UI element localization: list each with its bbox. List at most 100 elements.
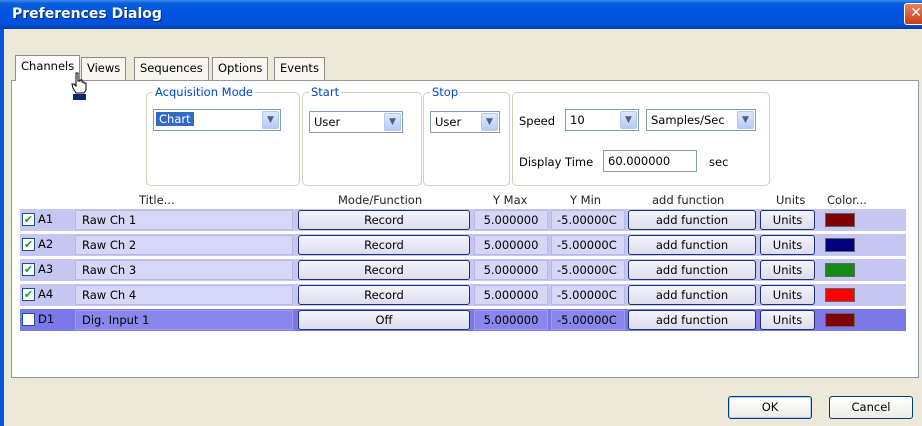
ymax-field[interactable]: 5.000000 [474,310,548,330]
color-swatch[interactable] [825,288,855,302]
ymin-field[interactable]: -5.00000C [551,235,625,255]
channel-enable-checkbox[interactable]: ✔ [22,288,35,301]
title-bar[interactable]: Preferences Dialog ✕ [0,0,922,29]
speed-value: 10 [570,113,585,127]
ymax-field[interactable]: 5.000000 [474,285,548,305]
channel-enable-checkbox[interactable]: ✔ [22,213,35,226]
display-time-input[interactable]: 60.000000 [603,150,697,172]
channel-title-field[interactable]: Raw Ch 1 [75,210,293,230]
chevron-down-icon[interactable]: ▼ [737,111,754,129]
channel-title-field[interactable]: Dig. Input 1 [75,310,293,330]
speed-unit-value: Samples/Sec [651,113,725,127]
window-border [0,29,4,426]
channel-id: D1 [38,312,55,326]
ymax-field[interactable]: 5.000000 [474,210,548,230]
channel-enable-checkbox[interactable]: ✔ [22,263,35,276]
acquisition-mode-select[interactable]: Chart ▼ [153,109,281,131]
channel-row[interactable]: ✔ A4 Raw Ch 4 Record 5.000000 -5.00000C … [20,284,906,306]
units-button[interactable]: Units [760,210,815,230]
ymax-field[interactable]: 5.000000 [474,260,548,280]
add-function-button[interactable]: add function [628,235,756,255]
tab-label: Sequences [140,61,203,75]
ymin-field[interactable]: -5.00000C [551,260,625,280]
chevron-down-icon[interactable]: ▼ [481,113,498,131]
add-function-button[interactable]: add function [628,210,756,230]
speed-select[interactable]: 10 ▼ [565,109,639,131]
channels-panel: Acquisition Mode Chart ▼ Start User ▼ St… [11,80,919,378]
color-swatch[interactable] [825,213,855,227]
column-header-ymax: Y Max [493,193,528,207]
column-header-ymin: Y Min [570,193,602,207]
speed-unit-select[interactable]: Samples/Sec ▼ [646,109,756,131]
channel-id: A3 [38,262,54,276]
tab-label: Options [218,61,263,75]
start-legend: Start [309,85,342,99]
channel-id: A2 [38,237,54,251]
channel-title-field[interactable]: Raw Ch 2 [75,235,293,255]
tab-sequences[interactable]: Sequences [134,57,209,80]
channel-title-field[interactable]: Raw Ch 4 [75,285,293,305]
stop-legend: Stop [430,85,461,99]
close-icon: ✕ [910,5,922,21]
stop-value: User [435,115,462,129]
tab-label: Channels [21,59,75,73]
column-header-add-function: add function [652,193,725,207]
column-header-mode: Mode/Function [338,193,423,207]
mode-function-button[interactable]: Record [298,235,470,255]
start-group: Start User ▼ [302,85,422,186]
add-function-button[interactable]: add function [628,310,756,330]
mode-function-button[interactable]: Record [298,210,470,230]
stop-group: Stop User ▼ [423,85,510,186]
channel-row[interactable]: ✔ A2 Raw Ch 2 Record 5.000000 -5.00000C … [20,234,906,256]
acquisition-mode-legend: Acquisition Mode [153,85,255,99]
column-header-color: Color... [827,193,867,207]
speed-group: Speed 10 ▼ Samples/Sec ▼ Display Time 60… [512,92,770,186]
stop-select[interactable]: User ▼ [430,111,500,133]
color-swatch[interactable] [825,313,855,327]
color-swatch[interactable] [825,263,855,277]
close-button[interactable]: ✕ [904,3,922,25]
column-header-title: Title... [139,193,175,207]
channel-enable-checkbox[interactable] [22,313,35,326]
hand-cursor-icon [71,72,87,94]
units-button[interactable]: Units [760,285,815,305]
display-time-value: 60.000000 [608,154,671,168]
tab-options[interactable]: Options [212,57,269,80]
cursor-marker [73,94,86,100]
mode-function-button[interactable]: Record [298,285,470,305]
units-button[interactable]: Units [760,235,815,255]
dialog-title: Preferences Dialog [12,6,162,22]
chevron-down-icon[interactable]: ▼ [262,111,279,129]
units-button[interactable]: Units [760,260,815,280]
add-function-button[interactable]: add function [628,260,756,280]
channel-row[interactable]: ✔ A3 Raw Ch 3 Record 5.000000 -5.00000C … [20,259,906,281]
chevron-down-icon[interactable]: ▼ [620,111,637,129]
display-time-unit: sec [709,155,729,169]
color-swatch[interactable] [825,238,855,252]
display-time-label: Display Time [519,155,594,169]
speed-label: Speed [519,114,556,128]
cancel-button[interactable]: Cancel [829,396,913,419]
acquisition-mode-group: Acquisition Mode Chart ▼ [146,85,300,186]
start-select[interactable]: User ▼ [309,111,403,133]
mode-function-button[interactable]: Off [298,310,470,330]
preferences-dialog: Preferences Dialog ✕ Channels Views Sequ… [0,0,922,426]
add-function-button[interactable]: add function [628,285,756,305]
mode-function-button[interactable]: Record [298,260,470,280]
chevron-down-icon[interactable]: ▼ [384,113,401,131]
ymin-field[interactable]: -5.00000C [551,285,625,305]
channel-row[interactable]: D1 Dig. Input 1 Off 5.000000 -5.00000C a… [20,309,906,331]
channel-title-field[interactable]: Raw Ch 3 [75,260,293,280]
tab-label: Events [280,61,319,75]
column-header-units: Units [776,193,806,207]
ok-button[interactable]: OK [728,396,812,419]
channel-row[interactable]: ✔ A1 Raw Ch 1 Record 5.000000 -5.00000C … [20,209,906,231]
ymax-field[interactable]: 5.000000 [474,235,548,255]
tab-events[interactable]: Events [274,57,325,80]
channel-id: A1 [38,212,54,226]
ymin-field[interactable]: -5.00000C [551,210,625,230]
ymin-field[interactable]: -5.00000C [551,310,625,330]
units-button[interactable]: Units [760,310,815,330]
channel-enable-checkbox[interactable]: ✔ [22,238,35,251]
channel-id: A4 [38,287,54,301]
